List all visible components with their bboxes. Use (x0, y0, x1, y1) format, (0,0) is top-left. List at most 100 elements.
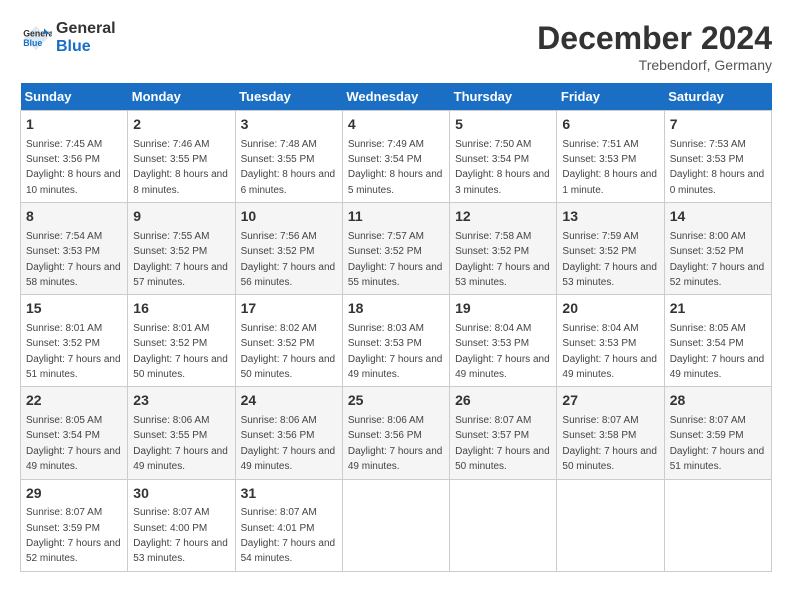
daylight-info: Daylight: 7 hours and 53 minutes. (455, 262, 550, 288)
calendar-cell: 30 Sunrise: 8:07 AM Sunset: 4:00 PM Dayl… (128, 479, 235, 571)
daylight-info: Daylight: 8 hours and 5 minutes. (348, 169, 443, 195)
calendar-cell (342, 479, 449, 571)
day-number: 23 (133, 391, 229, 411)
sunrise-info: Sunrise: 8:05 AM (26, 415, 102, 426)
sunrise-info: Sunrise: 8:06 AM (241, 415, 317, 426)
sunrise-info: Sunrise: 8:03 AM (348, 323, 424, 334)
calendar-cell: 31 Sunrise: 8:07 AM Sunset: 4:01 PM Dayl… (235, 479, 342, 571)
daylight-info: Daylight: 8 hours and 6 minutes. (241, 169, 336, 195)
daylight-info: Daylight: 7 hours and 49 minutes. (455, 354, 550, 380)
sunset-info: Sunset: 3:59 PM (26, 523, 100, 534)
calendar-cell: 10 Sunrise: 7:56 AM Sunset: 3:52 PM Dayl… (235, 203, 342, 295)
calendar-table: SundayMondayTuesdayWednesdayThursdayFrid… (20, 83, 772, 572)
day-number: 4 (348, 115, 444, 135)
calendar-cell: 15 Sunrise: 8:01 AM Sunset: 3:52 PM Dayl… (21, 295, 128, 387)
day-number: 24 (241, 391, 337, 411)
sunset-info: Sunset: 3:54 PM (455, 154, 529, 165)
calendar-week-2: 8 Sunrise: 7:54 AM Sunset: 3:53 PM Dayli… (21, 203, 772, 295)
sunrise-info: Sunrise: 8:07 AM (455, 415, 531, 426)
daylight-info: Daylight: 7 hours and 53 minutes. (562, 262, 657, 288)
calendar-cell (450, 479, 557, 571)
calendar-cell: 20 Sunrise: 8:04 AM Sunset: 3:53 PM Dayl… (557, 295, 664, 387)
weekday-header-monday: Monday (128, 83, 235, 111)
calendar-cell: 9 Sunrise: 7:55 AM Sunset: 3:52 PM Dayli… (128, 203, 235, 295)
daylight-info: Daylight: 7 hours and 51 minutes. (26, 354, 121, 380)
sunrise-info: Sunrise: 8:07 AM (26, 507, 102, 518)
weekday-header-row: SundayMondayTuesdayWednesdayThursdayFrid… (21, 83, 772, 111)
daylight-info: Daylight: 7 hours and 54 minutes. (241, 538, 336, 564)
weekday-header-friday: Friday (557, 83, 664, 111)
logo: General Blue General Blue (20, 20, 116, 55)
weekday-header-wednesday: Wednesday (342, 83, 449, 111)
sunrise-info: Sunrise: 7:56 AM (241, 231, 317, 242)
daylight-info: Daylight: 7 hours and 49 minutes. (348, 446, 443, 472)
calendar-week-4: 22 Sunrise: 8:05 AM Sunset: 3:54 PM Dayl… (21, 387, 772, 479)
sunset-info: Sunset: 4:01 PM (241, 523, 315, 534)
location: Trebendorf, Germany (537, 57, 772, 73)
calendar-cell: 26 Sunrise: 8:07 AM Sunset: 3:57 PM Dayl… (450, 387, 557, 479)
day-number: 26 (455, 391, 551, 411)
calendar-cell: 28 Sunrise: 8:07 AM Sunset: 3:59 PM Dayl… (664, 387, 771, 479)
day-number: 31 (241, 484, 337, 504)
sunset-info: Sunset: 4:00 PM (133, 523, 207, 534)
daylight-info: Daylight: 7 hours and 55 minutes. (348, 262, 443, 288)
sunset-info: Sunset: 3:52 PM (455, 246, 529, 257)
sunrise-info: Sunrise: 7:57 AM (348, 231, 424, 242)
calendar-cell (664, 479, 771, 571)
day-number: 13 (562, 207, 658, 227)
calendar-week-3: 15 Sunrise: 8:01 AM Sunset: 3:52 PM Dayl… (21, 295, 772, 387)
sunrise-info: Sunrise: 8:04 AM (455, 323, 531, 334)
day-number: 7 (670, 115, 766, 135)
daylight-info: Daylight: 7 hours and 49 minutes. (670, 354, 765, 380)
daylight-info: Daylight: 7 hours and 57 minutes. (133, 262, 228, 288)
day-number: 8 (26, 207, 122, 227)
calendar-week-5: 29 Sunrise: 8:07 AM Sunset: 3:59 PM Dayl… (21, 479, 772, 571)
sunrise-info: Sunrise: 7:48 AM (241, 139, 317, 150)
sunset-info: Sunset: 3:57 PM (455, 430, 529, 441)
calendar-cell: 24 Sunrise: 8:06 AM Sunset: 3:56 PM Dayl… (235, 387, 342, 479)
sunrise-info: Sunrise: 8:01 AM (133, 323, 209, 334)
day-number: 18 (348, 299, 444, 319)
calendar-cell: 3 Sunrise: 7:48 AM Sunset: 3:55 PM Dayli… (235, 111, 342, 203)
sunrise-info: Sunrise: 7:51 AM (562, 139, 638, 150)
logo-line1: General (56, 20, 116, 38)
daylight-info: Daylight: 7 hours and 51 minutes. (670, 446, 765, 472)
daylight-info: Daylight: 8 hours and 1 minute. (562, 169, 657, 195)
day-number: 19 (455, 299, 551, 319)
daylight-info: Daylight: 7 hours and 49 minutes. (562, 354, 657, 380)
sunrise-info: Sunrise: 7:59 AM (562, 231, 638, 242)
daylight-info: Daylight: 8 hours and 0 minutes. (670, 169, 765, 195)
sunset-info: Sunset: 3:56 PM (26, 154, 100, 165)
sunrise-info: Sunrise: 7:46 AM (133, 139, 209, 150)
day-number: 14 (670, 207, 766, 227)
calendar-cell: 25 Sunrise: 8:06 AM Sunset: 3:56 PM Dayl… (342, 387, 449, 479)
day-number: 30 (133, 484, 229, 504)
month-title: December 2024 (537, 20, 772, 57)
daylight-info: Daylight: 7 hours and 50 minutes. (562, 446, 657, 472)
day-number: 1 (26, 115, 122, 135)
weekday-header-saturday: Saturday (664, 83, 771, 111)
calendar-cell: 7 Sunrise: 7:53 AM Sunset: 3:53 PM Dayli… (664, 111, 771, 203)
page-header: General Blue General Blue December 2024 … (20, 20, 772, 73)
sunrise-info: Sunrise: 8:07 AM (562, 415, 638, 426)
title-block: December 2024 Trebendorf, Germany (537, 20, 772, 73)
day-number: 22 (26, 391, 122, 411)
calendar-cell: 19 Sunrise: 8:04 AM Sunset: 3:53 PM Dayl… (450, 295, 557, 387)
sunset-info: Sunset: 3:53 PM (348, 338, 422, 349)
sunset-info: Sunset: 3:53 PM (455, 338, 529, 349)
day-number: 16 (133, 299, 229, 319)
day-number: 17 (241, 299, 337, 319)
sunset-info: Sunset: 3:54 PM (670, 338, 744, 349)
sunrise-info: Sunrise: 7:50 AM (455, 139, 531, 150)
sunset-info: Sunset: 3:55 PM (241, 154, 315, 165)
sunrise-info: Sunrise: 7:45 AM (26, 139, 102, 150)
sunrise-info: Sunrise: 8:06 AM (348, 415, 424, 426)
sunrise-info: Sunrise: 8:07 AM (133, 507, 209, 518)
sunrise-info: Sunrise: 8:07 AM (670, 415, 746, 426)
sunset-info: Sunset: 3:52 PM (133, 338, 207, 349)
day-number: 3 (241, 115, 337, 135)
day-number: 29 (26, 484, 122, 504)
day-number: 11 (348, 207, 444, 227)
sunrise-info: Sunrise: 7:54 AM (26, 231, 102, 242)
calendar-cell: 16 Sunrise: 8:01 AM Sunset: 3:52 PM Dayl… (128, 295, 235, 387)
